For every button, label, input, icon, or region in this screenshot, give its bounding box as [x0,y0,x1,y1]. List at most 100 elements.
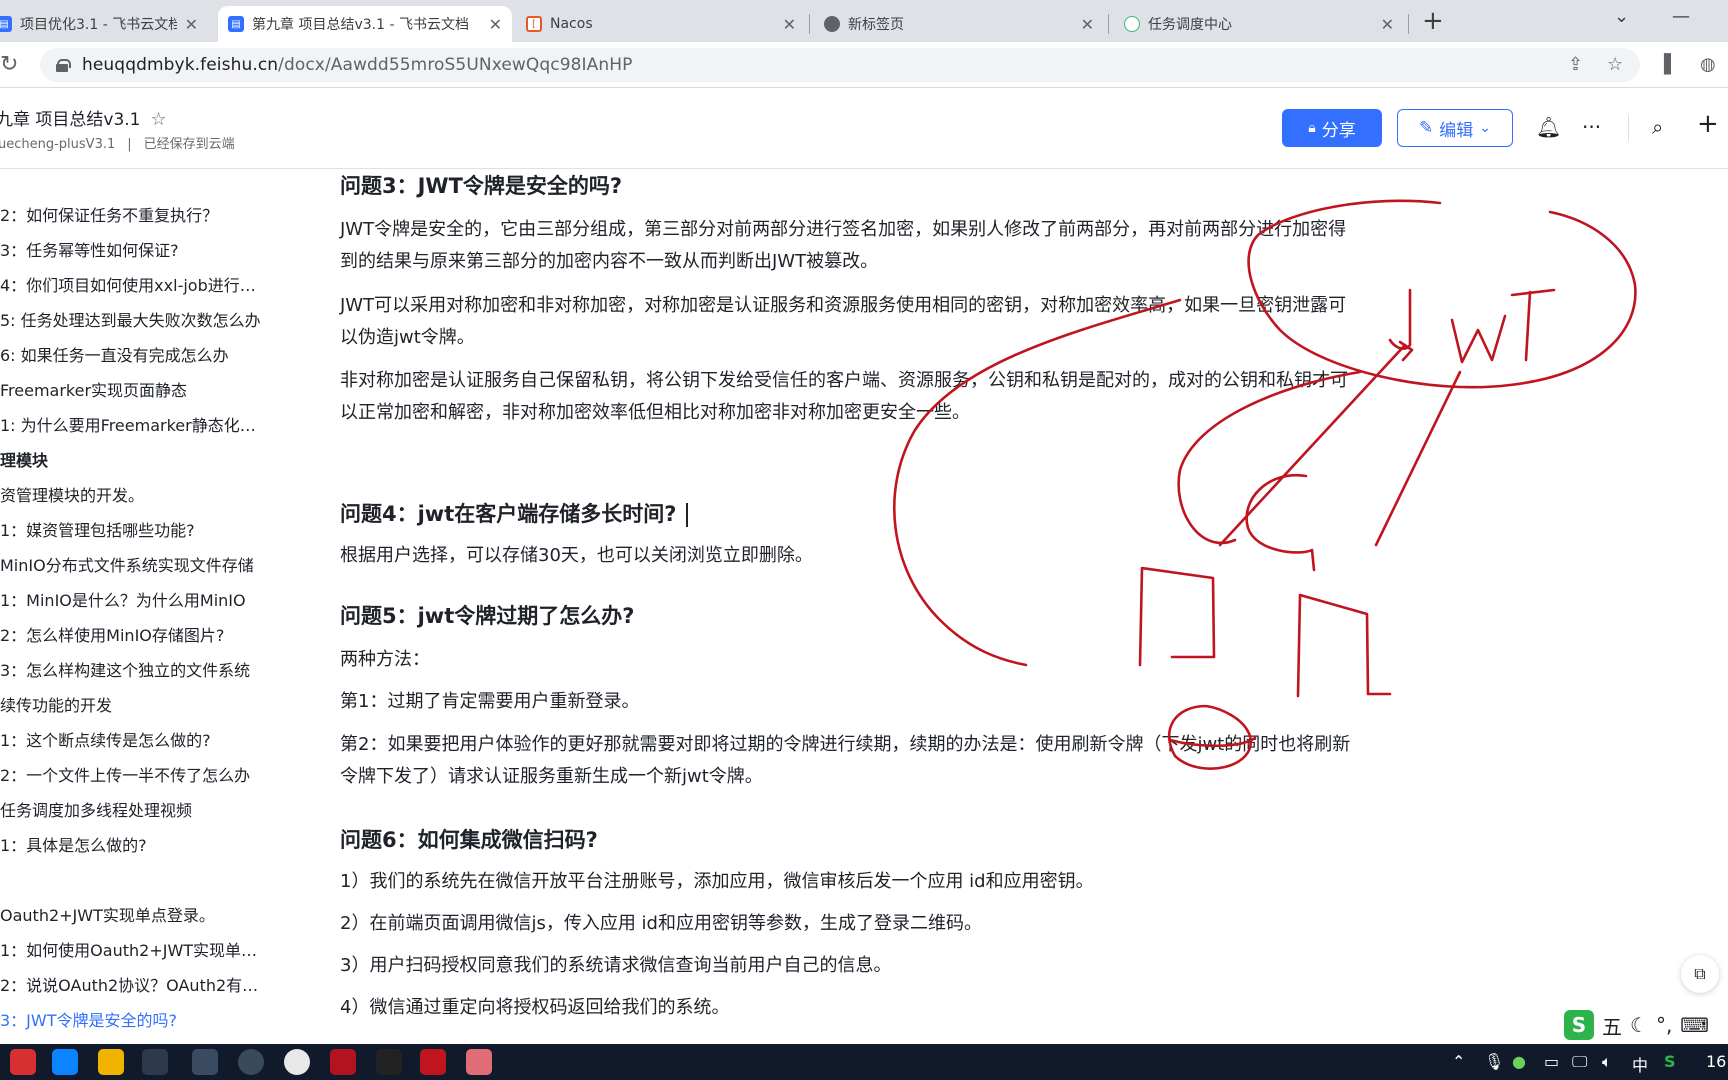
tray-chevron-icon[interactable]: ⌃ [1452,1052,1465,1071]
close-icon[interactable]: ✕ [489,15,502,34]
tab-task-scheduler[interactable]: 任务调度中心 ✕ [1114,6,1404,42]
tab-project-optimization[interactable]: ▤ 项目优化3.1 - 飞书云文档 ✕ [0,6,208,42]
share-page-icon[interactable]: ⇪ [1568,54,1583,75]
minimize-icon[interactable]: — [1672,6,1690,27]
reload-icon[interactable]: ↻ [0,52,18,77]
divider [1628,115,1629,141]
more-icon[interactable]: ··· [1582,115,1601,139]
heading-q6[interactable]: 问题6：如何集成微信扫码? [340,824,598,854]
url-host: heuqqdmbyk.feishu.cn [82,55,279,75]
ime-toolbar[interactable]: S 五 ☾ °, ⌨ [1560,1008,1710,1042]
aperture-app-icon[interactable] [238,1049,264,1075]
outline-item[interactable]: MinIO分布式文件系统实现文件存储 [0,552,262,576]
add-icon[interactable]: + [1697,109,1719,139]
outline-item[interactable]: 1：媒资管理包括哪些功能? [0,517,262,541]
tab-search-chevron-icon[interactable]: ⌄ [1614,6,1629,27]
outline-item[interactable]: 6: 如果任务一直没有完成怎么办 [0,342,262,366]
search-icon[interactable]: ⌕ [1652,115,1663,139]
microphone-icon[interactable]: 🎙︎ [1484,1052,1504,1071]
paragraph-q3-3[interactable]: 非对称加密是认证服务自己保留私钥，将公钥下发给受信任的客户端、资源服务，公钥和私… [340,365,1360,429]
profile-icon[interactable]: ◍ [1700,54,1716,75]
battery-icon[interactable]: ▭ [1544,1052,1559,1071]
outline-item[interactable]: 2：怎么样使用MinIO存储图片? [0,622,262,646]
outline-item[interactable]: 5: 任务处理达到最大失败次数怎么办 [0,307,262,331]
outline-item[interactable]: Oauth2+JWT实现单点登录。 [0,902,262,926]
doc-icon: ▤ [0,16,12,32]
url-input[interactable]: heuqqdmbyk.feishu.cn/docx/Aawdd55mroS5UN… [40,48,1640,82]
outline-item[interactable]: 3：JWT令牌是安全的吗? [0,1007,262,1031]
heading-q4[interactable]: 问题4：jwt在客户端存储多长时间? [340,498,689,528]
pen-app-icon[interactable] [420,1049,446,1075]
outline-item[interactable]: 3：怎么样构建这个独立的文件系统 [0,657,262,681]
outline-item[interactable]: 4：你们项目如何使用xxl-job进行任务调度 [0,272,262,296]
punctuation-icon[interactable]: °, [1656,1013,1672,1037]
side-panel-icon[interactable]: ▐ [1657,54,1671,75]
tab-new-tab[interactable]: 新标签页 ✕ [814,6,1104,42]
outline-item[interactable]: 2：一个文件上传一半不传了怎么办 [0,762,262,786]
file-explorer-app-icon[interactable] [98,1049,124,1075]
redis-app-icon[interactable] [330,1049,356,1075]
share-button[interactable]: 🔒︎ 分享 [1282,109,1382,147]
outline-item[interactable]: 1：如何使用Oauth2+JWT实现单点登录 [0,937,262,961]
paragraph-q6-2[interactable]: 2）在前端页面调用微信js，传入应用 id和应用密钥等参数，生成了登录二维码。 [340,908,1360,940]
window-app-icon[interactable] [192,1049,218,1075]
bookmark-star-icon[interactable]: ☆ [1607,54,1623,75]
outline-item[interactable]: 1：这个断点续传是怎么做的? [0,727,262,751]
intellij-app-icon[interactable] [10,1049,36,1075]
text-cursor [686,503,689,527]
close-icon[interactable]: ✕ [1381,15,1394,34]
outline-item[interactable]: 3：任务幂等性如何保证? [0,237,262,261]
outline-item[interactable]: 资管理模块的开发。 [0,482,262,506]
ink-letter-w [1450,314,1507,364]
heading-q5[interactable]: 问题5：jwt令牌过期了怎么办? [340,600,634,630]
sogou-tray-icon[interactable]: S [1664,1052,1676,1071]
network-icon[interactable]: 🖵︎ [1572,1052,1587,1072]
moon-icon[interactable]: ☾ [1630,1013,1648,1037]
new-tab-button[interactable]: + [1422,6,1444,36]
paragraph-q4-1[interactable]: 根据用户选择，可以存储30天，也可以关闭浏览立即删除。 [340,540,1360,572]
paragraph-q6-4[interactable]: 4）微信通过重定向将授权码返回给我们的系统。 [340,992,1360,1024]
outline-item[interactable]: 任务调度加多线程处理视频 [0,797,262,821]
ink-letter-j [1388,288,1412,350]
language-indicator[interactable]: 中 [1632,1052,1648,1076]
breadcrumb[interactable]: uecheng-plusV3.1 [0,137,115,152]
outline-item[interactable]: 1：具体是怎么做的? [0,832,262,856]
close-icon[interactable]: ✕ [1081,15,1094,34]
clock[interactable]: 16 [1706,1052,1726,1071]
terminal-app-icon[interactable] [376,1049,402,1075]
tray-app-icon[interactable]: ● [1512,1052,1526,1071]
paragraph-q3-1[interactable]: JWT令牌是安全的，它由三部分组成，第三部分对前两部分进行签名加密，如果别人修改… [340,214,1360,278]
favorite-star-icon[interactable]: ☆ [151,109,167,130]
paragraph-q3-2[interactable]: JWT可以采用对称加密和非对称加密，对称加密是认证服务和资源服务使用相同的密钥，… [340,290,1360,354]
ime-mode[interactable]: 五 [1602,1011,1622,1040]
url-path: /docx/Aawdd55mroS5UNxewQqc98IAnHP [278,55,633,75]
paragraph-q6-1[interactable]: 1）我们的系统先在微信开放平台注册账号，添加应用，微信审核后发一个应用 id和应… [340,866,1360,898]
bell-icon[interactable]: 🔔︎ [1536,115,1561,139]
edit-button[interactable]: ✎ 编辑 ⌄ [1397,109,1513,147]
doc-title[interactable]: 九章 项目总结v3.1 [0,110,141,130]
tab-nacos[interactable]: [ Nacos ✕ [516,6,806,42]
chrome-app-icon[interactable] [142,1049,168,1075]
paragraph-q6-3[interactable]: 3）用户扫码授权同意我们的系统请求微信查询当前用户自己的信息。 [340,950,1360,982]
address-bar-row: ↻ heuqqdmbyk.feishu.cn/docx/Aawdd55mroS5… [0,42,1728,88]
edge-app-icon[interactable] [52,1049,78,1075]
paragraph-q5-1[interactable]: 两种方法： [340,644,1360,676]
copy-page-button[interactable]: ⧉ [1681,955,1719,993]
drawing-app-icon[interactable] [466,1049,492,1075]
paragraph-q5-2[interactable]: 第1：过期了肯定需要用户重新登录。 [340,686,1360,718]
outline-item[interactable]: 2：说说OAuth2协议？OAuth2有几种模式 [0,972,262,996]
keyboard-icon[interactable]: ⌨ [1680,1013,1709,1037]
paragraph-q5-3[interactable]: 第2：如果要把用户体验作的更好那就需要对即将过期的令牌进行续期，续期的办法是：使… [340,729,1360,793]
outline-item[interactable]: Freemarker实现页面静态 [0,377,262,401]
outline-item[interactable]: 续传功能的开发 [0,692,262,716]
outline-item[interactable]: 理模块 [0,447,262,471]
obs-app-icon[interactable] [284,1049,310,1075]
tab-chapter9-summary[interactable]: ▤ 第九章 项目总结v3.1 - 飞书云文档 ✕ [218,6,512,42]
heading-q3[interactable]: 问题3：JWT令牌是安全的吗? [340,170,622,200]
close-icon[interactable]: ✕ [783,15,796,34]
outline-item[interactable]: 1: 为什么要用Freemarker静态化页面 [0,412,262,436]
volume-icon[interactable]: 🔈︎ [1602,1052,1612,1072]
outline-item[interactable]: 1：MinIO是什么？为什么用MinIO [0,587,262,611]
close-icon[interactable]: ✕ [185,15,198,34]
outline-item[interactable]: 2：如何保证任务不重复执行？ [0,202,262,226]
